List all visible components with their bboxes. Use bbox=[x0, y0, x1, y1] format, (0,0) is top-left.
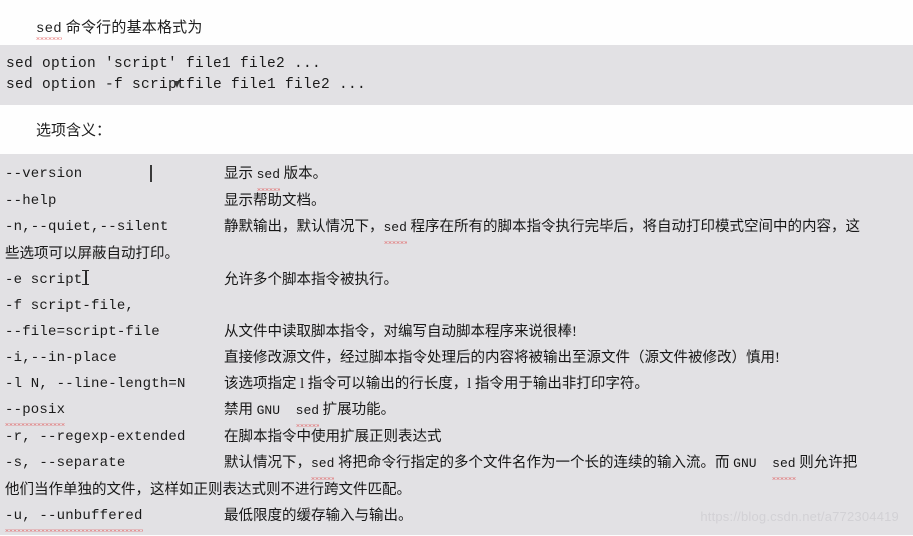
option-row: -r, --regexp-extended 在脚本指令中使用扩展正则表达式 bbox=[0, 424, 913, 450]
ibeam-cursor-icon bbox=[82, 270, 90, 285]
usage-code-block: sed option 'script' file1 file2 ... sed … bbox=[0, 45, 913, 105]
option-name: -u, --unbuffered bbox=[0, 503, 224, 532]
option-name: -e script bbox=[0, 267, 224, 293]
option-name: -r, --regexp-extended bbox=[5, 429, 186, 445]
intro-heading-text: 命令行的基本格式为 bbox=[61, 20, 203, 36]
option-description: 该选项指定 l 指令可以输出的行长度，l 指令用于输出非打印字符。 bbox=[224, 376, 649, 392]
option-description: 直接修改源文件，经过脚本指令处理后的内容将被输出至源文件（源文件被修改）慎用! bbox=[224, 350, 780, 366]
intro-heading: sed 命令行的基本格式为 bbox=[36, 20, 203, 40]
options-heading-band: 选项含义： bbox=[0, 105, 913, 154]
option-description: 显示帮助文档。 bbox=[224, 193, 326, 209]
option-row: --help 显示帮助文档。 bbox=[0, 188, 913, 214]
option-name: -s, --separate bbox=[5, 455, 126, 471]
option-row: -f script-file, bbox=[0, 293, 913, 319]
inline-command: sed bbox=[295, 398, 320, 427]
option-description-continuation: 他们当作单独的文件，这样如正则表达式则不进行跨文件匹配。 bbox=[5, 482, 411, 498]
option-name: -n,--quiet,--silent bbox=[5, 219, 169, 235]
option-row: -i,--in-place 直接修改源文件，经过脚本指令处理后的内容将被输出至源… bbox=[0, 345, 913, 371]
option-row: --version 显示 sed 版本。 bbox=[0, 161, 913, 191]
inline-command: sed bbox=[311, 451, 335, 480]
option-row: -n,--quiet,--silent 静默输出，默认情况下，sed 程序在所有… bbox=[0, 214, 913, 244]
watermark: https://blog.csdn.net/a772304419 bbox=[700, 509, 899, 524]
option-row: -l N, --line-length=N 该选项指定 l 指令可以输出的行长度… bbox=[0, 371, 913, 397]
document-page: sed 命令行的基本格式为 sed option 'script' file1 … bbox=[0, 0, 913, 536]
intro-heading-band: sed 命令行的基本格式为 bbox=[0, 0, 913, 45]
option-description-continuation: 些选项可以屏蔽自动打印。 bbox=[5, 246, 179, 262]
option-row: --file=script-file 从文件中读取脚本指令，对编写自动脚本程序来… bbox=[0, 319, 913, 345]
inline-command: GNU bbox=[733, 456, 773, 471]
intro-heading-command: sed bbox=[36, 21, 62, 40]
option-description: 从文件中读取脚本指令，对编写自动脚本程序来说很棒! bbox=[224, 324, 577, 340]
options-heading: 选项含义： bbox=[36, 123, 112, 139]
options-block: --version 显示 sed 版本。 --help 显示帮助文档。 -n,-… bbox=[0, 154, 913, 535]
option-name: -l N, --line-length=N bbox=[5, 376, 186, 392]
option-description: 显示 sed 版本。 bbox=[224, 161, 913, 191]
option-description: 在脚本指令中使用扩展正则表达式 bbox=[224, 429, 442, 445]
option-name: --help bbox=[5, 193, 57, 209]
option-name: -f script-file, bbox=[5, 298, 135, 314]
inline-command: sed bbox=[772, 451, 796, 480]
text-caret bbox=[150, 165, 152, 182]
option-description: 允许多个脚本指令被执行。 bbox=[224, 272, 398, 288]
option-name: --version bbox=[0, 161, 224, 187]
option-row: -s, --separate 默认情况下，sed 将把命令行指定的多个文件名作为… bbox=[0, 450, 913, 480]
usage-code-line: sed option 'script' file1 file2 ... bbox=[6, 56, 322, 72]
option-row: --posix 禁用 GNU sed 扩展功能。 bbox=[0, 397, 913, 427]
option-description: 静默输出，默认情况下，sed 程序在所有的脚本指令执行完毕后，将自动打印模式空间… bbox=[224, 214, 913, 244]
option-name: --posix bbox=[0, 397, 224, 426]
option-name: -i,--in-place bbox=[5, 350, 117, 366]
option-name: --file=script-file bbox=[5, 324, 160, 340]
option-description: 禁用 GNU sed 扩展功能。 bbox=[224, 397, 913, 427]
inline-command: sed bbox=[383, 215, 408, 244]
option-description: 默认情况下，sed 将把命令行指定的多个文件名作为一个长的连续的输入流。而 GN… bbox=[224, 450, 913, 480]
option-row: -e script 允许多个脚本指令被执行。 bbox=[0, 267, 913, 293]
inline-command: GNU bbox=[256, 403, 296, 418]
inline-command: sed bbox=[256, 162, 281, 191]
usage-code-line: sed option -f scriptfile file1 file2 ... bbox=[6, 77, 367, 93]
